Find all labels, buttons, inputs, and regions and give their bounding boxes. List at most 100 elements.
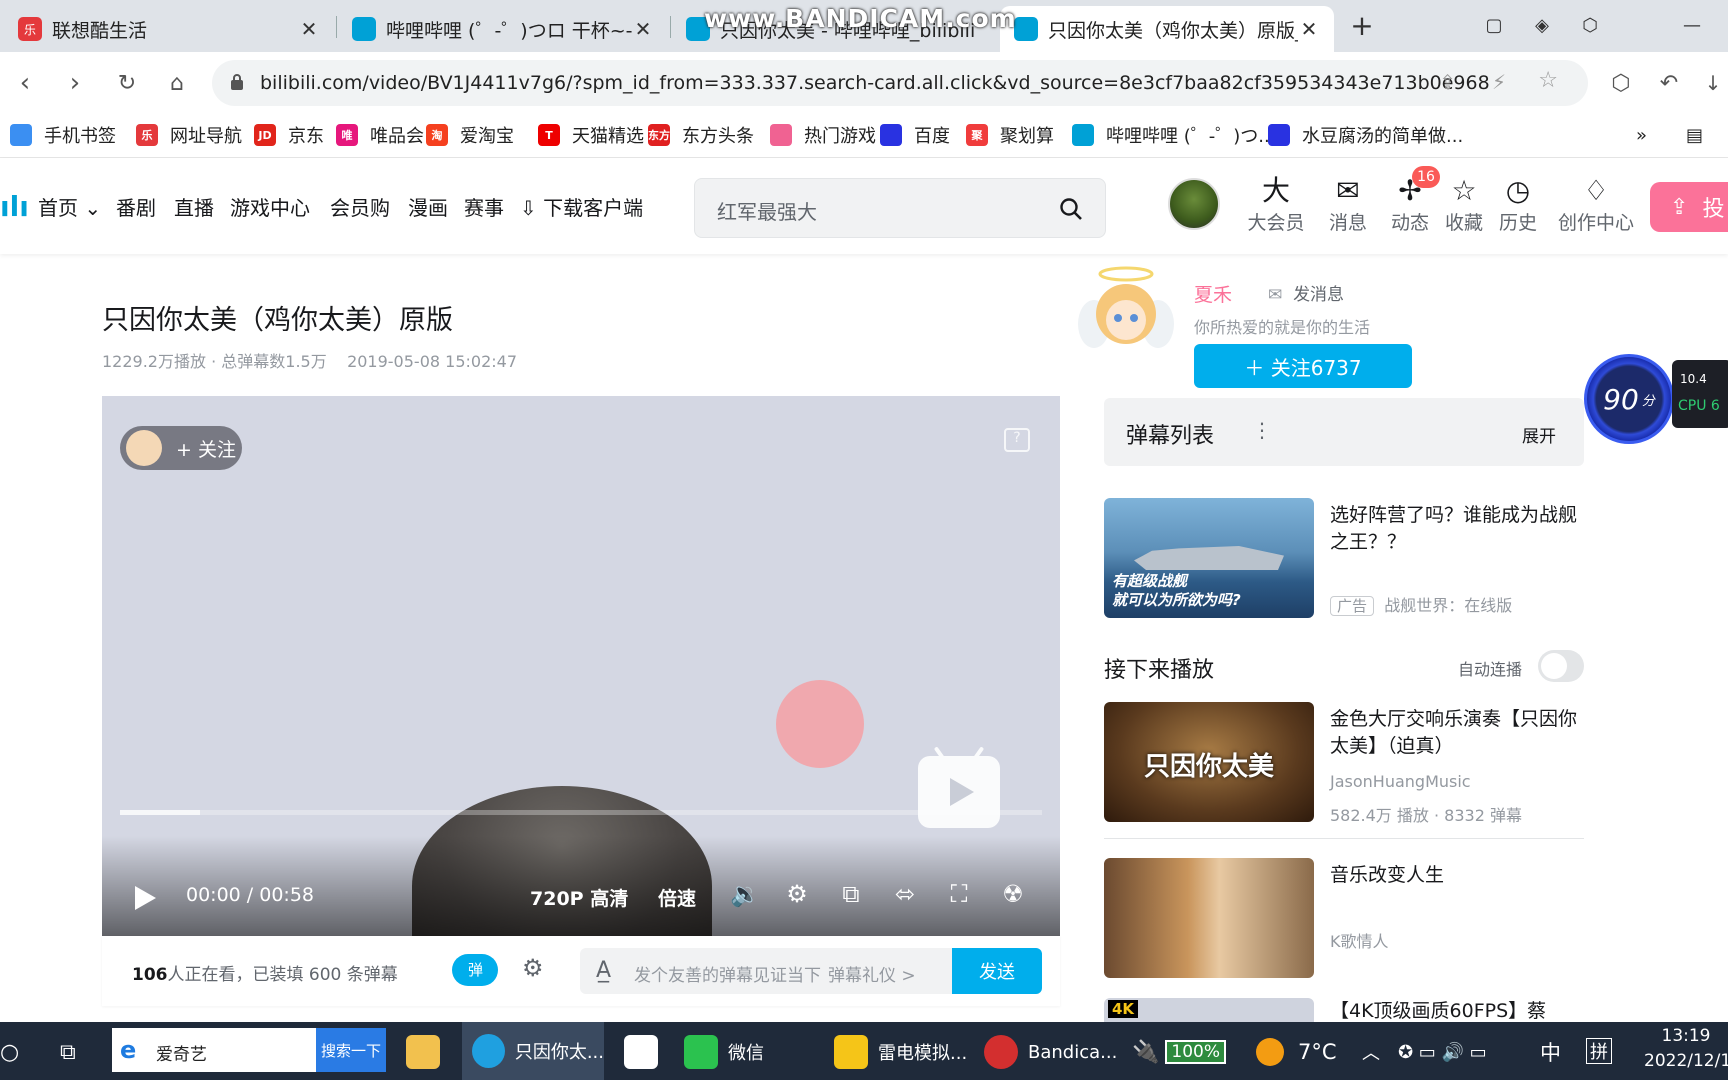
bookmark-item[interactable]: 热门游戏 [770, 120, 876, 150]
fullscreen-icon[interactable]: ☢ [996, 880, 1030, 914]
nav-esports[interactable]: 赛事 [464, 192, 504, 221]
tray-chevron-icon[interactable]: ︿ [1362, 1032, 1380, 1072]
bookmark-item[interactable]: 手机书签 [10, 120, 116, 150]
header-messages-button[interactable]: ✉ 消息 [1318, 174, 1378, 235]
nav-live[interactable]: 直播 [174, 192, 214, 221]
close-icon[interactable]: ✕ [1298, 17, 1320, 41]
star-icon[interactable]: ☆ [1538, 68, 1558, 93]
bookmark-item[interactable]: 水豆腐汤的简单做... [1268, 120, 1463, 150]
task-view-icon[interactable]: ⧉ [60, 1032, 76, 1072]
taskbar-app-bandicam[interactable]: Bandica... [984, 1032, 1117, 1072]
nav-shop[interactable]: 会员购 [330, 192, 390, 221]
bookmark-item[interactable]: 哔哩哔哩 (゜-゜)つ... [1072, 120, 1275, 150]
nav-download-client[interactable]: ⇩ 下载客户端 [520, 192, 643, 221]
bookmark-item[interactable]: T 天猫精选 [538, 120, 644, 150]
recommendation-card[interactable]: 只因你太美 金色大厅交响乐演奏【只因你太美】（迫真） JasonHuangMus… [1104, 702, 1584, 825]
bookmark-item[interactable]: JD 京东 [254, 120, 324, 150]
nav-home[interactable]: 首页 ⌄ [38, 192, 101, 221]
url-field[interactable]: bilibili.com/video/BV1J4411v7g6/?spm_id_… [212, 60, 1588, 106]
bookmark-item[interactable]: 唯唯品会 [336, 120, 424, 150]
danmaku-toggle[interactable]: 弹 [452, 954, 498, 986]
widescreen-icon[interactable]: ⬄ [888, 880, 922, 914]
reload-button[interactable]: ↻ [110, 66, 144, 100]
speed-button[interactable]: 倍速 [658, 884, 696, 911]
uploader-name[interactable]: 夏禾 [1194, 280, 1232, 307]
bookmark-item[interactable]: 乐网址导航 [136, 120, 242, 150]
danmaku-settings-icon[interactable]: ⚙ [522, 954, 544, 982]
back-button[interactable]: ‹ [8, 66, 42, 100]
tab-lenovo[interactable]: 乐 联想酷生活 ✕ [4, 6, 334, 52]
progress-bar[interactable] [120, 810, 1042, 815]
performance-gauge[interactable]: 90 分 [1584, 354, 1674, 444]
send-button[interactable]: 发送 [952, 948, 1042, 994]
upload-button[interactable]: ⇪ 投 [1650, 182, 1728, 232]
taskbar-search-button[interactable]: 搜索一下 [316, 1028, 386, 1072]
recommendation-card[interactable]: 音乐改变人生 K歌情人 [1104, 858, 1584, 980]
game-icon[interactable]: ◈ [1524, 10, 1560, 40]
battery-indicator[interactable]: 🔌 100% [1132, 1032, 1227, 1072]
forward-button[interactable]: › [58, 66, 92, 100]
nav-game-center[interactable]: 游戏中心 [230, 192, 310, 221]
follow-button[interactable]: ＋ 关注6737 [1194, 344, 1412, 388]
danmaku-etiquette-link[interactable]: 弹幕礼仪 > [828, 961, 916, 986]
ime-mode[interactable]: 拼 [1586, 1038, 1612, 1064]
quality-button[interactable]: 720P 高清 [530, 884, 628, 911]
cortana-icon[interactable]: ○ [0, 1032, 19, 1072]
danmaku-input[interactable]: A̲ 发个友善的弹幕见证当下 弹幕礼仪 > [580, 948, 954, 994]
expand-button[interactable]: 展开 [1522, 422, 1556, 447]
video-owner[interactable]: JasonHuangMusic [1330, 772, 1471, 791]
tab-active-video[interactable]: 只因你太美（鸡你太美）原版_ ✕ [1000, 6, 1334, 52]
font-style-icon[interactable]: A̲ [596, 958, 611, 983]
close-icon[interactable]: ✕ [632, 17, 654, 41]
taskbar-search[interactable]: e 爱奇艺 搜索一下 [112, 1028, 386, 1072]
danmaku-list-header[interactable]: 弹幕列表 ⋮ 展开 [1104, 398, 1584, 466]
more-icon[interactable]: ⋮ [1252, 418, 1272, 442]
close-icon[interactable]: ✕ [298, 17, 320, 41]
header-history-button[interactable]: ◷ 历史 [1488, 174, 1548, 235]
uploader-avatar[interactable] [1076, 262, 1176, 358]
ad-card[interactable]: 有超级战舰 就可以为所欲为吗? 选好阵营了吗？谁能成为战舰之王？？ 广告 战舰世… [1104, 498, 1584, 620]
bookmark-item[interactable]: 聚聚划算 [966, 120, 1054, 150]
search-input[interactable]: 红军最强大 [717, 196, 817, 225]
play-center-button[interactable] [918, 746, 1000, 828]
taskbar-clock[interactable]: 13:192022/12/18 [1644, 1024, 1728, 1074]
search-box[interactable]: 红军最强大 [694, 178, 1106, 238]
taskbar-search-input[interactable]: 爱奇艺 [156, 1040, 207, 1065]
player-follow-button[interactable]: + 关注 [120, 426, 242, 470]
undo-icon[interactable]: ↶ [1652, 66, 1686, 100]
explorer-button[interactable] [406, 1032, 450, 1072]
autoplay-toggle[interactable] [1538, 650, 1584, 682]
ime-indicator[interactable]: 中 [1540, 1032, 1561, 1072]
send-message-button[interactable]: ✉ 发消息 [1268, 280, 1344, 305]
taskbar-app-ldplayer[interactable]: 雷电模拟... [834, 1032, 967, 1072]
extensions-icon[interactable]: ⬡ [1604, 66, 1638, 100]
home-button[interactable]: ⌂ [160, 66, 194, 100]
bookmarks-more-button[interactable]: » [1636, 120, 1647, 150]
recommendation-card[interactable]: 4K 【4K顶级画质60FPS】蔡 [1104, 998, 1584, 1022]
nav-anime[interactable]: 番剧 [116, 192, 156, 221]
download-icon[interactable]: ↓ [1696, 66, 1728, 100]
search-icon[interactable] [1059, 197, 1083, 221]
header-vip-button[interactable]: 大大会员 [1246, 174, 1306, 235]
tray-icons[interactable]: ✪ ▭ 🔊 ▭ [1398, 1032, 1487, 1072]
reading-list-icon[interactable]: ▤ [1686, 120, 1703, 150]
play-icon[interactable] [132, 884, 158, 912]
settings-icon[interactable]: ⚙ [780, 880, 814, 914]
extension-icon[interactable]: ⬡ [1572, 10, 1608, 40]
video-player[interactable]: + 关注 ? 00:00 / 00:58 720P 高清 倍速 🔉 ⚙ ⧉ ⬄ … [102, 396, 1060, 936]
bookmark-item[interactable]: 东方 东方头条 [648, 120, 754, 150]
pip-icon[interactable]: ⧉ [834, 880, 868, 914]
video-owner[interactable]: K歌情人 [1330, 928, 1389, 952]
share-icon[interactable]: ⇪ [1439, 70, 1456, 94]
bookmark-item[interactable]: 淘爱淘宝 [426, 120, 514, 150]
bookmark-item[interactable]: 百度 [880, 120, 950, 150]
bilibili-logo-icon[interactable]: ılı [0, 192, 29, 222]
minimize-button[interactable]: — [1674, 10, 1710, 40]
header-creator-center-button[interactable]: ♢ 创作中心 [1556, 174, 1636, 235]
taskbar-app-wechat[interactable]: 微信 [684, 1032, 764, 1072]
weather-widget[interactable]: 7°C [1256, 1032, 1337, 1072]
user-avatar[interactable] [1168, 178, 1220, 230]
new-tab-button[interactable]: + [1344, 9, 1380, 42]
tab-bilibili-home[interactable]: 哔哩哔哩 (゜-゜)つロ 干杯~-b ✕ [338, 6, 668, 52]
lightning-icon[interactable]: ⚡ [1492, 70, 1506, 94]
